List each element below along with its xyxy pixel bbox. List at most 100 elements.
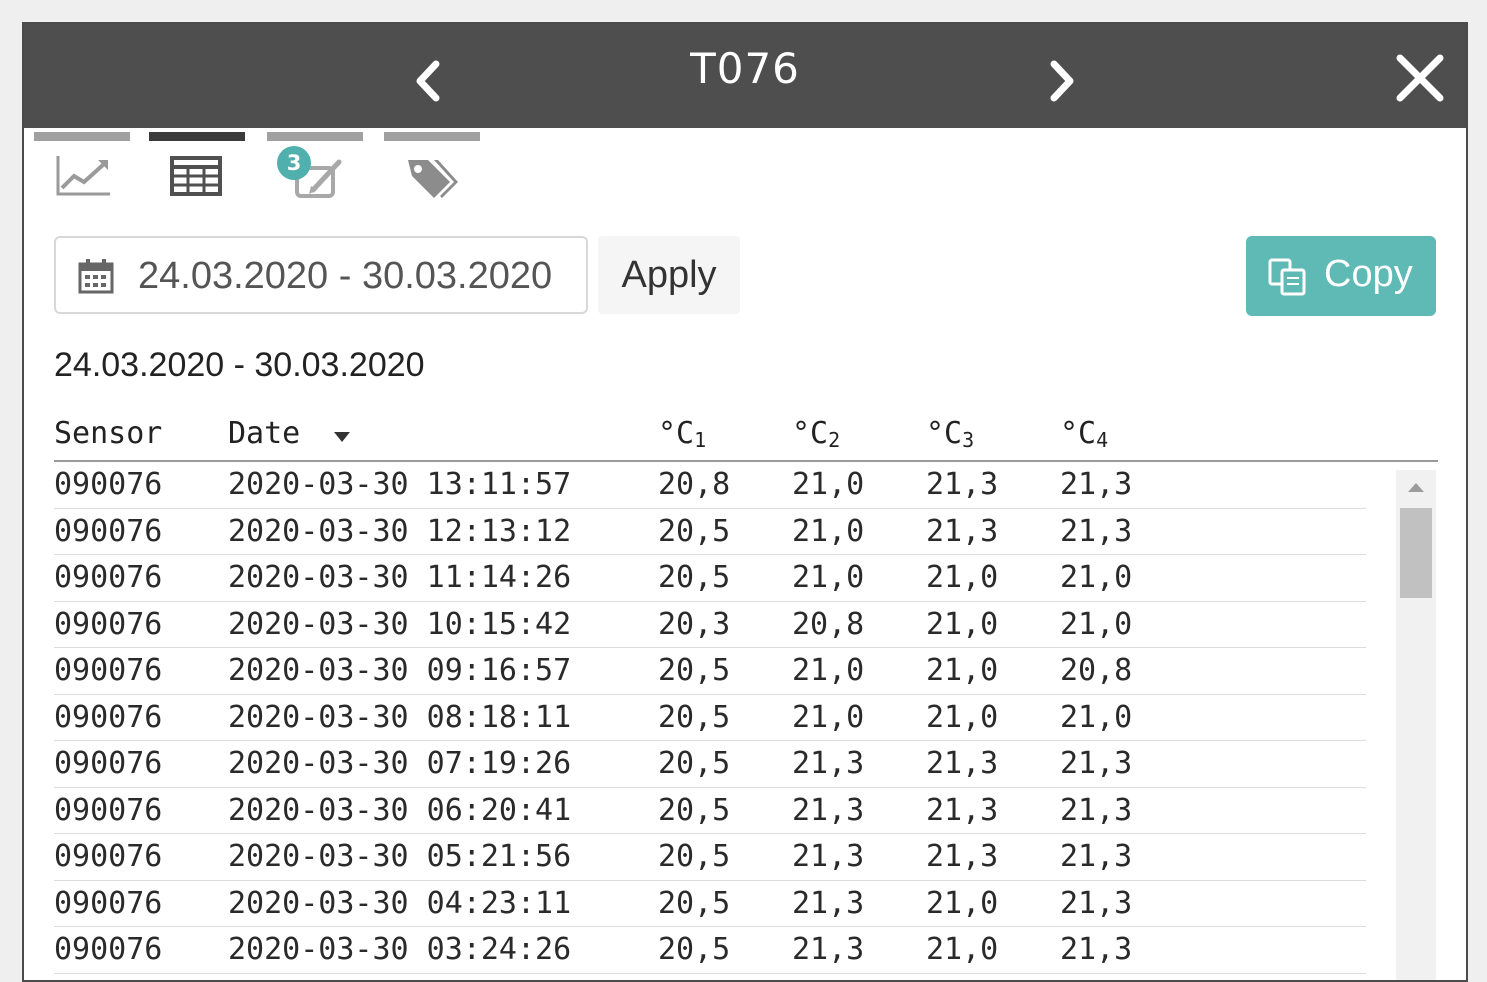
table-row[interactable]: 090076 2020-03-30 04:23:11 20,5 21,3 21,0 21,… xyxy=(54,881,1366,927)
panel-header: T076 xyxy=(24,24,1466,128)
column-header-temp-4-index: 4 xyxy=(1096,428,1109,452)
panel-title: T076 xyxy=(690,44,800,93)
tab-chart[interactable] xyxy=(34,132,130,222)
cell-temp-3: 21,3 xyxy=(926,792,999,828)
chevron-right-icon xyxy=(1050,60,1074,102)
cell-temp-2: 21,3 xyxy=(792,932,865,967)
cell-sensor: 090076 xyxy=(54,932,163,967)
scrollbar-thumb[interactable] xyxy=(1400,508,1432,598)
table-body[interactable]: 090076 2020-03-30 13:11:57 20,8 21,0 21,3 21,… xyxy=(54,462,1366,982)
sort-descending-icon[interactable] xyxy=(332,430,352,444)
cell-temp-2: 21,0 xyxy=(792,699,865,735)
cell-temp-1: 20,8 xyxy=(658,467,731,502)
column-header-temp-1[interactable]: °C1 xyxy=(658,416,706,452)
cell-temp-3: 21,3 xyxy=(926,467,999,502)
cell-sensor: 090076 xyxy=(54,513,163,549)
column-header-date[interactable]: Date xyxy=(228,416,300,451)
cell-temp-2: 21,0 xyxy=(792,653,865,688)
cell-temp-4: 21,3 xyxy=(1060,792,1133,828)
copy-button-label: Copy xyxy=(1324,253,1413,295)
notes-count-badge: 3 xyxy=(277,146,311,180)
cell-temp-1: 20,5 xyxy=(658,560,731,595)
cell-sensor: 090076 xyxy=(54,653,163,688)
cell-temp-4: 21,0 xyxy=(1060,699,1133,735)
calendar-icon xyxy=(78,259,114,294)
column-header-temp-4-unit: °C xyxy=(1060,416,1097,451)
column-header-temp-2-index: 2 xyxy=(828,428,841,452)
table-row[interactable]: 090076 2020-03-30 09:16:57 20,5 21,0 21,0 20,… xyxy=(54,648,1366,695)
cell-temp-3: 21,0 xyxy=(926,606,999,642)
date-range-value: 24.03.2020 - 30.03.2020 xyxy=(138,255,553,297)
cell-temp-2: 21,3 xyxy=(792,839,865,874)
cell-temp-2: 21,3 xyxy=(792,746,865,781)
cell-temp-4: 21,3 xyxy=(1060,932,1133,967)
cell-date: 2020-03-30 10:15:42 xyxy=(228,606,572,642)
tab-indicator xyxy=(149,132,245,141)
tags-icon xyxy=(408,160,458,198)
cell-temp-4: 20,8 xyxy=(1060,653,1133,688)
cell-date: 2020-03-30 13:11:57 xyxy=(228,467,572,502)
date-range-input[interactable]: 24.03.2020 - 30.03.2020 xyxy=(54,236,588,314)
table-row[interactable]: 090076 2020-03-30 07:19:26 20,5 21,3 21,3 21,… xyxy=(54,741,1366,788)
cell-date: 2020-03-30 07:19:26 xyxy=(228,746,572,781)
column-header-temp-2[interactable]: °C2 xyxy=(792,416,840,452)
copy-button[interactable]: Copy xyxy=(1246,236,1436,316)
copy-icon xyxy=(1268,258,1306,296)
cell-date: 2020-03-30 09:16:57 xyxy=(228,653,572,688)
cell-temp-2: 21,0 xyxy=(792,467,865,502)
cell-temp-4: 21,0 xyxy=(1060,606,1133,642)
table-icon xyxy=(170,156,222,196)
cell-date: 2020-03-30 03:24:26 xyxy=(228,932,572,967)
tab-indicator xyxy=(34,132,130,141)
cell-temp-4: 21,0 xyxy=(1060,560,1133,595)
cell-temp-1: 20,5 xyxy=(658,513,731,549)
cell-temp-1: 20,3 xyxy=(658,606,731,642)
column-header-temp-2-unit: °C xyxy=(792,416,829,451)
cell-date: 2020-03-30 05:21:56 xyxy=(228,839,572,874)
cell-temp-3: 21,3 xyxy=(926,513,999,549)
tab-table[interactable] xyxy=(149,132,245,222)
table-row[interactable]: 090076 2020-03-30 05:21:56 20,5 21,3 21,3 21,… xyxy=(54,834,1366,881)
cell-sensor: 090076 xyxy=(54,839,163,874)
cell-temp-3: 21,0 xyxy=(926,560,999,595)
column-header-temp-3[interactable]: °C3 xyxy=(926,416,974,452)
cell-temp-2: 21,3 xyxy=(792,885,865,921)
line-chart-icon xyxy=(56,156,110,196)
next-sensor-button[interactable] xyxy=(1042,58,1082,104)
table-scrollbar[interactable] xyxy=(1396,470,1436,980)
cell-temp-3: 21,0 xyxy=(926,932,999,967)
cell-temp-4: 21,3 xyxy=(1060,839,1133,874)
table-row[interactable]: 090076 2020-03-30 11:14:26 20,5 21,0 21,0 21,… xyxy=(54,555,1366,602)
cell-sensor: 090076 xyxy=(54,467,163,502)
cell-sensor: 090076 xyxy=(54,885,163,921)
table-row[interactable]: 090076 2020-03-30 03:24:26 20,5 21,3 21,0 21,… xyxy=(54,927,1366,974)
cell-temp-3: 21,0 xyxy=(926,885,999,921)
cell-sensor: 090076 xyxy=(54,699,163,735)
scroll-up-arrow-icon[interactable] xyxy=(1406,480,1426,494)
table-row[interactable]: 090076 2020-03-30 13:11:57 20,8 21,0 21,3 21,… xyxy=(54,462,1366,509)
date-range-heading: 24.03.2020 - 30.03.2020 xyxy=(54,346,425,384)
close-button[interactable] xyxy=(1394,52,1446,104)
tab-notes[interactable]: 3 xyxy=(267,132,363,222)
table-row[interactable]: 090076 2020-03-30 08:18:11 20,5 21,0 21,0 21,… xyxy=(54,695,1366,741)
sensor-panel: T076 3 24.03.2020 - 30.03.2020 Apply Cop… xyxy=(22,22,1468,982)
cell-date: 2020-03-30 08:18:11 xyxy=(228,699,572,735)
column-header-sensor[interactable]: Sensor xyxy=(54,416,162,451)
cell-sensor: 090076 xyxy=(54,560,163,595)
tab-tags[interactable] xyxy=(384,132,480,222)
table-header: Sensor Date °C1 °C2 °C3 °C4 xyxy=(54,412,1438,462)
tab-indicator xyxy=(384,132,480,141)
cell-temp-1: 20,5 xyxy=(658,653,731,688)
cell-temp-4: 21,3 xyxy=(1060,513,1133,549)
cell-temp-3: 21,0 xyxy=(926,699,999,735)
column-header-temp-4[interactable]: °C4 xyxy=(1060,416,1108,452)
cell-temp-2: 21,0 xyxy=(792,513,865,549)
cell-temp-4: 21,3 xyxy=(1060,746,1133,781)
table-row[interactable]: 090076 2020-03-30 12:13:12 20,5 21,0 21,3 21,… xyxy=(54,509,1366,555)
table-row[interactable]: 090076 2020-03-30 06:20:41 20,5 21,3 21,3 21,… xyxy=(54,788,1366,834)
apply-button[interactable]: Apply xyxy=(598,236,740,314)
column-header-temp-3-unit: °C xyxy=(926,416,963,451)
view-tabs: 3 xyxy=(34,132,514,222)
table-row[interactable]: 090076 2020-03-30 10:15:42 20,3 20,8 21,0 21,… xyxy=(54,602,1366,648)
column-header-temp-3-index: 3 xyxy=(962,428,975,452)
